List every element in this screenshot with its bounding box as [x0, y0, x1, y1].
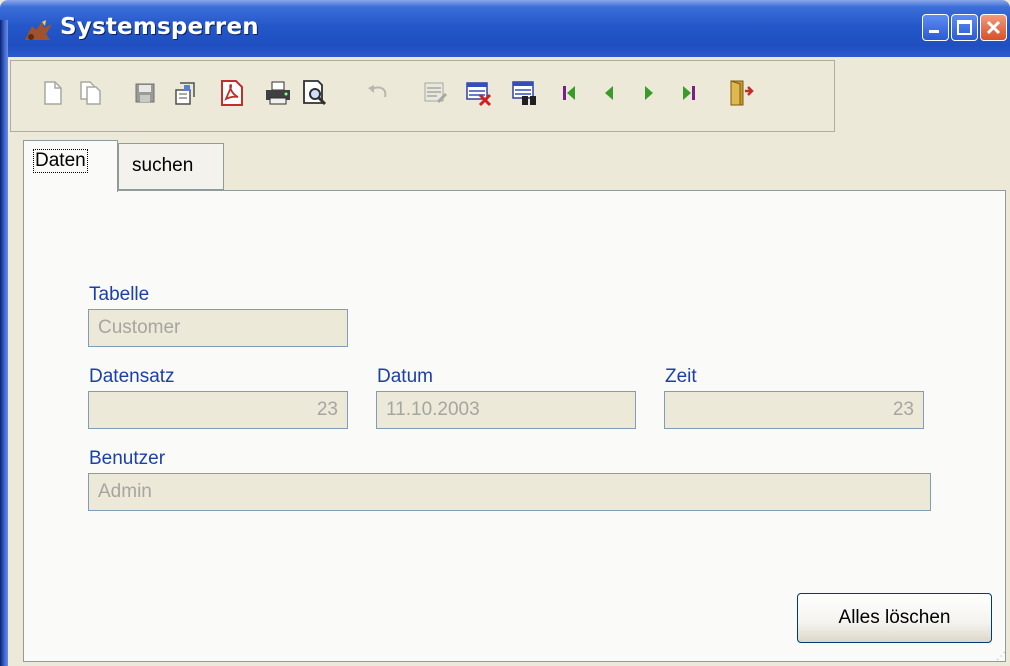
- previous-record-button[interactable]: [595, 79, 623, 107]
- app-icon: [25, 20, 52, 40]
- pdf-button[interactable]: [218, 79, 246, 107]
- properties-icon: [175, 82, 195, 105]
- zeit-field[interactable]: 23: [664, 391, 924, 429]
- tab-daten[interactable]: Daten: [23, 140, 118, 192]
- delete-record-icon: [466, 82, 492, 107]
- print-preview-button[interactable]: [301, 79, 329, 107]
- undo-icon: [368, 85, 387, 98]
- first-record-icon: [563, 86, 575, 100]
- print-button[interactable]: [264, 79, 292, 107]
- last-record-button[interactable]: [675, 79, 703, 107]
- resize-grip[interactable]: ⋰: [996, 651, 1006, 662]
- clear-all-button[interactable]: Alles löschen: [797, 593, 992, 643]
- print-preview-icon: [303, 80, 327, 106]
- edit-record-icon: [424, 82, 448, 104]
- exit-icon: [730, 80, 754, 106]
- application-window: Systemsperren suchen Daten Tabelle Custo…: [0, 0, 1010, 666]
- next-record-icon: [645, 86, 653, 100]
- benutzer-field[interactable]: Admin: [88, 473, 931, 511]
- next-record-button[interactable]: [635, 79, 663, 107]
- datensatz-label: Datensatz: [89, 366, 175, 387]
- search-record-icon: [512, 81, 536, 105]
- tab-suchen[interactable]: suchen: [118, 143, 224, 190]
- pdf-icon: [221, 80, 243, 106]
- print-icon: [266, 81, 290, 105]
- tabelle-field[interactable]: Customer: [88, 309, 348, 347]
- datensatz-field[interactable]: 23: [88, 391, 348, 429]
- tabelle-label: Tabelle: [89, 284, 150, 305]
- close-button[interactable]: [980, 14, 1007, 41]
- copy-document-icon: [80, 81, 101, 105]
- zeit-label: Zeit: [665, 366, 697, 387]
- toolbar: [10, 60, 835, 132]
- new-document-icon: [44, 81, 62, 105]
- benutzer-label: Benutzer: [89, 448, 166, 469]
- minimize-icon: [929, 30, 939, 33]
- tab-suchen-label: suchen: [132, 155, 194, 176]
- first-record-button[interactable]: [555, 79, 583, 107]
- close-icon: [986, 20, 1001, 35]
- edit-record-button[interactable]: [421, 79, 449, 107]
- new-button[interactable]: [39, 79, 67, 107]
- save-button[interactable]: [131, 79, 159, 107]
- properties-button[interactable]: [171, 79, 199, 107]
- datum-field[interactable]: 11.10.2003: [376, 391, 636, 429]
- search-record-button[interactable]: [511, 79, 539, 107]
- save-icon: [135, 83, 155, 103]
- tab-daten-label: Daten: [33, 149, 88, 173]
- copy-button[interactable]: [77, 79, 105, 107]
- previous-record-icon: [605, 86, 613, 100]
- last-record-icon: [683, 86, 695, 100]
- window-border: [0, 20, 8, 666]
- delete-record-button[interactable]: [465, 79, 493, 107]
- maximize-icon: [957, 20, 972, 35]
- maximize-button[interactable]: [951, 14, 978, 41]
- minimize-button[interactable]: [922, 14, 949, 41]
- exit-button[interactable]: [727, 79, 755, 107]
- undo-button[interactable]: [364, 79, 392, 107]
- datum-label: Datum: [377, 366, 433, 387]
- window-title: Systemsperren: [60, 14, 259, 40]
- title-bar[interactable]: Systemsperren: [0, 0, 1010, 57]
